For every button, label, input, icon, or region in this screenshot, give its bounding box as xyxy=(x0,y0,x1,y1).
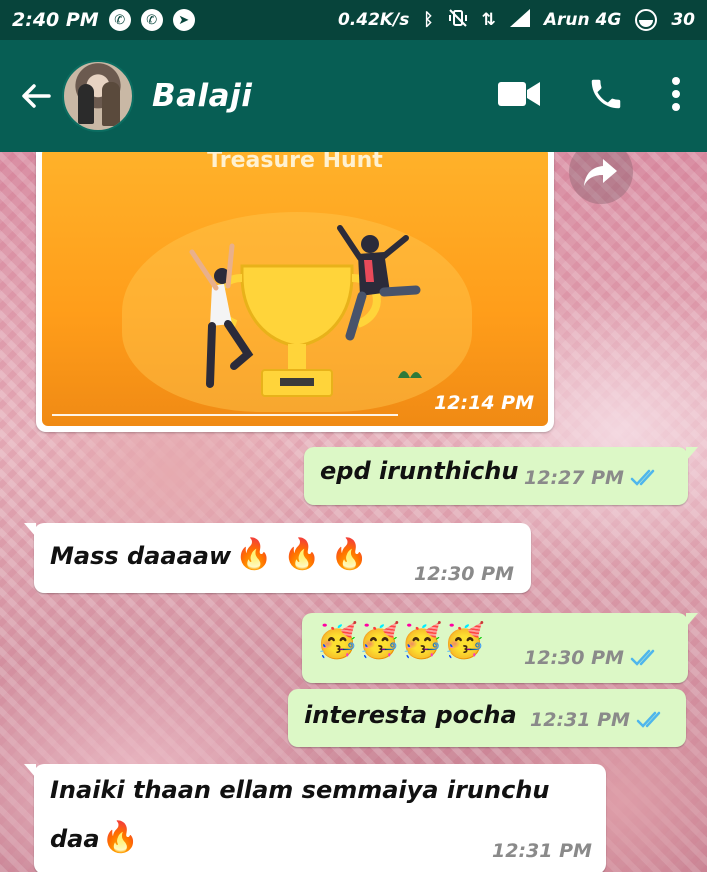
party-face-emoji: 🥳🥳🥳🥳 xyxy=(316,621,486,661)
signal-icon xyxy=(509,8,530,32)
fire-emoji: 🔥 xyxy=(101,820,139,855)
message-meta: 12:31 PM xyxy=(530,709,666,731)
back-button[interactable] xyxy=(6,66,66,126)
outgoing-message[interactable]: 🥳🥳🥳🥳 12:30 PM xyxy=(302,613,698,683)
message-time: 12:31 PM xyxy=(492,840,592,862)
message-time: 12:31 PM xyxy=(530,709,630,731)
video-call-button[interactable] xyxy=(497,79,541,113)
forward-button[interactable] xyxy=(569,152,633,204)
voice-call-button[interactable] xyxy=(587,75,625,117)
bubble-tail xyxy=(686,447,698,461)
vibrate-icon xyxy=(448,8,468,33)
more-options-button[interactable] xyxy=(671,76,681,116)
message-text: Inaiki thaan ellam semmaiya irunchu xyxy=(50,776,550,804)
status-bar: 2:40 PM ✆ ✆ ➤ 0.42K/s ᛒ ⇅ Arun 4G 30 xyxy=(0,0,707,40)
whatsapp-icon: ✆ xyxy=(140,9,163,31)
message-content: Mass daaaaw 🔥 🔥 🔥 xyxy=(50,537,368,572)
battery-level: 30 xyxy=(671,10,695,30)
message-meta: 12:31 PM xyxy=(492,840,592,862)
incoming-message[interactable]: Inaiki thaan ellam semmaiya irunchu daa🔥… xyxy=(24,764,606,872)
message-text: interesta pocha xyxy=(304,701,517,729)
chat-background[interactable]: Treasure Hunt 12:14 PM epd irunthichu 12… xyxy=(0,152,707,872)
bluetooth-icon: ᛒ xyxy=(423,10,434,30)
message-meta: 12:27 PM xyxy=(524,467,660,489)
message-meta: 12:30 PM xyxy=(524,647,660,669)
status-time: 2:40 PM xyxy=(12,9,99,31)
battery-icon xyxy=(635,9,658,31)
network-speed: 0.42K/s xyxy=(337,10,410,30)
bubble-tail xyxy=(686,613,698,627)
trophy-illustration xyxy=(189,225,422,397)
message-text: epd irunthichu xyxy=(320,457,519,485)
bubble-tail xyxy=(24,523,36,537)
more-options-icon xyxy=(672,77,680,111)
contact-avatar[interactable] xyxy=(62,60,134,132)
bubble-tail xyxy=(24,764,36,778)
video-call-icon xyxy=(498,82,540,106)
message-time: 12:30 PM xyxy=(414,563,514,585)
fire-emoji: 🔥 🔥 🔥 xyxy=(235,537,369,572)
data-arrows-icon: ⇅ xyxy=(481,10,496,30)
outgoing-message[interactable]: epd irunthichu 12:27 PM xyxy=(304,447,698,505)
incoming-message[interactable]: Mass daaaaw 🔥 🔥 🔥 12:30 PM xyxy=(24,523,531,593)
back-arrow-icon xyxy=(22,84,51,108)
chat-header: Balaji xyxy=(0,40,707,152)
media-image[interactable]: Treasure Hunt 12:14 PM xyxy=(42,152,548,426)
whatsapp-icon: ✆ xyxy=(108,9,131,31)
message-text-line2: daa🔥 xyxy=(50,820,139,855)
double-check-read-icon xyxy=(636,711,661,728)
message-text: daa xyxy=(50,825,100,853)
double-check-read-icon xyxy=(630,469,655,486)
double-check-read-icon xyxy=(630,649,655,666)
contact-name[interactable]: Balaji xyxy=(152,78,252,114)
carrier-label: Arun 4G xyxy=(543,10,622,30)
message-time: 12:27 PM xyxy=(524,467,624,489)
message-text: Mass daaaaw xyxy=(50,542,232,570)
telegram-icon: ➤ xyxy=(172,9,195,31)
message-meta: 12:30 PM xyxy=(414,563,514,585)
forward-icon xyxy=(584,159,617,186)
voice-call-icon xyxy=(591,79,621,109)
message-time: 12:30 PM xyxy=(524,647,624,669)
message-time: 12:14 PM xyxy=(434,392,534,414)
media-message[interactable]: Treasure Hunt 12:14 PM xyxy=(36,152,554,432)
media-progress-bar xyxy=(52,414,398,416)
outgoing-message[interactable]: interesta pocha 12:31 PM xyxy=(288,689,686,747)
